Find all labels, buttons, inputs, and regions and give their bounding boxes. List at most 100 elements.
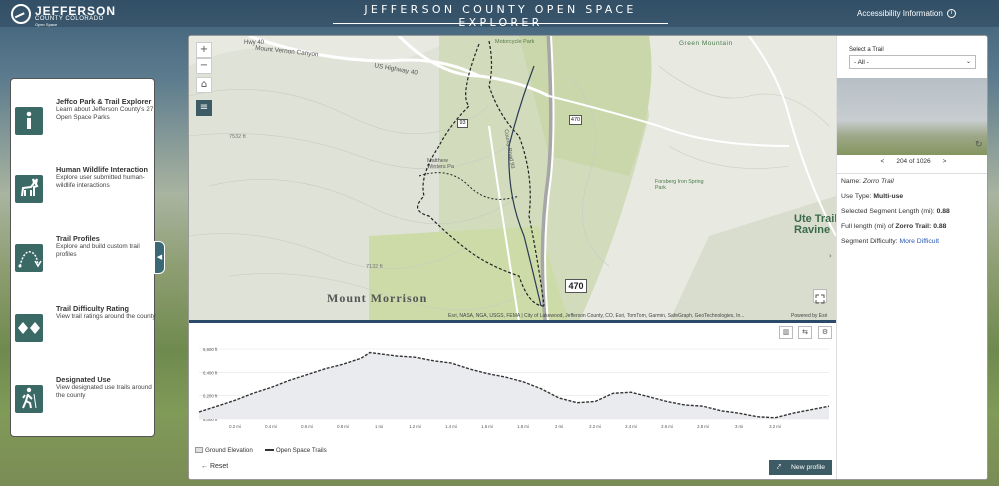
sidebar-item-designated-use[interactable]: Designated Use View designated use trail… [11, 375, 156, 445]
sidebar-item-difficulty[interactable]: Trail Difficulty Rating View trail ratin… [11, 304, 156, 374]
trail-select-label: Select a Trail [849, 47, 884, 53]
home-icon: ⌂ [200, 79, 208, 90]
sidebar-item-trail-profiles[interactable]: Trail Profiles Explore and build custom … [11, 234, 156, 304]
prev-trail-button[interactable]: < [881, 158, 885, 165]
map-label: Forsberg Iron Spring Park [655, 179, 704, 191]
next-trail-button[interactable]: > [943, 158, 947, 165]
list-icon: ≡ [199, 102, 209, 113]
attr-label: Selected Segment Length (mi): [841, 208, 935, 215]
trail-name-value: Zorro Trail [862, 178, 894, 185]
trail-info-panel: Select a Trail - All - ⌄ ↻ <204 of 1026 > … [836, 36, 987, 479]
map-label: Matthew Winters Pa [427, 158, 454, 170]
fullscreen-button[interactable] [813, 289, 827, 304]
map-view[interactable]: + − ⌂ ≡ Hwy 40 Mount Vernon Canyon US Hi… [189, 36, 836, 322]
zoom-in-button[interactable]: + [196, 42, 212, 58]
app-title: JEFFERSON COUNTY OPEN SPACE EXPLORER [333, 3, 668, 29]
sidebar-item-title: Human Wildlife Interaction [56, 165, 148, 174]
difficulty-value[interactable]: More Difficult [899, 238, 939, 245]
reset-button[interactable]: ← Reset [201, 463, 228, 470]
refresh-icon[interactable]: ↻ [975, 140, 983, 150]
profile-legend: Ground Elevation Open Space Trails [195, 447, 327, 454]
trail-pager: <204 of 1026 > [837, 158, 987, 165]
sidebar-item-desc: Learn about Jefferson County's 27 Open S… [56, 106, 154, 121]
divider [837, 173, 987, 174]
map-label: Ute Trail Ravine [794, 213, 836, 236]
x-tick-label: 2.2 mi [589, 424, 601, 429]
home-button[interactable]: ⌂ [196, 77, 212, 93]
x-tick-label: 0.4 mi [265, 424, 277, 429]
y-tick-label: 6,400 ft [203, 370, 218, 375]
trail-profile-icon [15, 244, 43, 272]
x-tick-label: 0.6 mi [301, 424, 313, 429]
x-tick-label: 1.2 mi [409, 424, 421, 429]
highway-shield: 470 [565, 279, 587, 293]
x-tick-label: 0.2 mi [229, 424, 241, 429]
profile-flip-button[interactable]: ⇆ [798, 326, 812, 339]
sidebar-item-desc: View designated use trails around the co… [56, 384, 152, 399]
collapse-sidebar-button[interactable]: ◀ [154, 241, 165, 274]
zoom-out-button[interactable]: − [196, 58, 212, 74]
x-tick-label: 2.4 mi [625, 424, 637, 429]
trail-select-value: - All - [854, 59, 869, 66]
profile-chart-button[interactable]: ▥ [779, 326, 793, 339]
x-tick-label: 0.8 mi [337, 424, 349, 429]
x-tick-label: 1.8 mi [517, 424, 529, 429]
chevron-left-icon: ◀ [156, 253, 163, 261]
fullscreen-icon [815, 294, 825, 304]
jefferson-county-logo[interactable]: JEFFERSON COUNTY COLORADO Open Space [11, 4, 115, 27]
question-circle-icon: i [946, 9, 956, 18]
segment-length-value: 0.88 [936, 208, 950, 215]
legend-label: Open Space Trails [275, 447, 327, 454]
trail-name-row: Name: Zorro Trail [841, 178, 987, 185]
hiker-icon [15, 385, 43, 413]
sidebar-item-title: Trail Profiles [56, 234, 100, 243]
use-type-row: Use Type: Multi-use [841, 193, 987, 200]
x-tick-label: 1.6 mi [481, 424, 493, 429]
logo-subtext-2: Open Space [35, 22, 58, 27]
y-tick-label: 6,600 ft [203, 347, 218, 352]
full-length-row: Full length (mi) of Zorro Trail: 0.88 [841, 223, 987, 230]
ground-elevation-area [199, 352, 829, 419]
pager-count: 204 of 1026 [896, 158, 931, 165]
bar-chart-icon: ▥ [782, 328, 790, 336]
legend-trails[interactable]: Open Space Trails [264, 447, 327, 454]
legend-label: Ground Elevation [205, 447, 253, 454]
sidebar-item-wildlife[interactable]: Human Wildlife Interaction Explore user … [11, 165, 156, 235]
elevation-profile-panel: ▥ ⇆ ⚙ 6,600 ft 6,400 ft 6,200 ft 6,000 ft 0.… [189, 323, 836, 479]
layer-list-button[interactable]: ≡ [196, 100, 212, 116]
map-label: 7132 ft [366, 264, 383, 270]
legend-ground[interactable]: Ground Elevation [195, 447, 253, 454]
reset-label: Reset [209, 463, 229, 470]
map-label: Motorcycle Park [495, 39, 535, 45]
difficulty-row: Segment Difficulty: More Difficult [841, 238, 987, 245]
powered-by-esri[interactable]: Powered by Esri [791, 313, 827, 319]
profile-settings-button[interactable]: ⚙ [818, 326, 832, 339]
map-label: Mount Morrison [327, 291, 428, 305]
trail-attributes: Name: Zorro Trail Use Type: Multi-use Se… [841, 178, 987, 253]
map-basemap [189, 36, 836, 322]
x-tick-label: 3 mi [735, 424, 743, 429]
y-tick-label: 6,200 ft [203, 394, 218, 399]
map-attribution: Esri, NASA, NGA, USGS, FEMA | City of La… [448, 313, 745, 319]
use-type-value: Multi-use [873, 193, 904, 200]
ground-swatch [195, 447, 203, 454]
logo-emblem-icon [11, 4, 31, 24]
new-profile-label: New profile [791, 464, 825, 471]
attr-label: Name: [841, 178, 862, 185]
map-label: 7532 ft [229, 134, 246, 140]
trail-swatch [264, 449, 274, 452]
x-tick-label: 2.8 mi [697, 424, 709, 429]
new-profile-button[interactable]: ⤤ New profile [769, 460, 832, 475]
chevron-right-icon[interactable]: › [829, 252, 832, 260]
sidebar-item-park-explorer[interactable]: Jeffco Park & Trail Explorer Learn about… [11, 97, 156, 167]
highway-shield: 93 [457, 119, 468, 128]
trail-select[interactable]: - All - ⌄ [849, 55, 976, 69]
attr-label: Segment Difficulty: [841, 238, 898, 245]
trail-photo [837, 78, 987, 155]
elevation-profile-chart[interactable]: 6,600 ft6,400 ft6,200 ft6,000 ft0.2 mi 0.… [193, 345, 833, 437]
x-tick-label: 1.4 mi [445, 424, 457, 429]
accessibility-link[interactable]: Accessibility Information i [857, 9, 956, 18]
profile-icon: ⤤ [777, 464, 781, 471]
sidebar-panel: Jeffco Park & Trail Explorer Learn about… [10, 78, 156, 437]
x-tick-label: 2 mi [555, 424, 563, 429]
